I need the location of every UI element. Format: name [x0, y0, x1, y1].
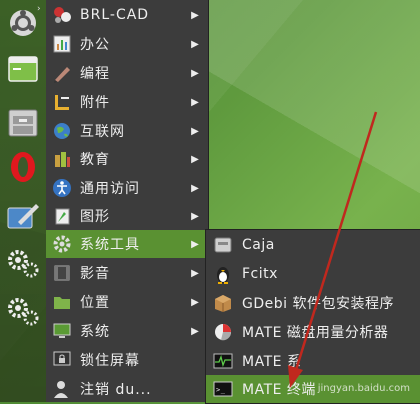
ubuntu-logo-icon [10, 10, 36, 36]
menu-item-label: BRL-CAD [80, 7, 150, 23]
submenu-item-label: Caja [242, 237, 275, 253]
menu-item-label: 图形 [80, 209, 110, 225]
launcher-text-editor[interactable] [4, 196, 42, 234]
submenu-item-gdebi[interactable]: GDebi 软件包安装程序 [206, 289, 420, 317]
chevron-right-icon: ▶ [191, 238, 199, 250]
package-box-icon [212, 292, 234, 314]
chevron-right-icon: ▶ [191, 182, 199, 194]
submenu-item-label: MATE 系 [242, 354, 302, 370]
programming-icon [51, 62, 73, 84]
menu-item-programming[interactable]: 编程 ▶ [46, 59, 208, 87]
applications-menu: BRL-CAD ▶ 办公 ▶ 编程 ▶ 附件 ▶ 互联网 ▶ 教育 ▶ 通用访问… [46, 0, 209, 402]
brlcad-icon [51, 4, 73, 26]
menu-item-graphics[interactable]: 图形 ▶ [46, 202, 208, 230]
lock-screen-icon [51, 349, 73, 371]
menu-item-system-tools[interactable]: 系统工具 ▶ [46, 230, 208, 258]
chevron-right-icon: ▶ [191, 267, 199, 279]
folder-icon [51, 291, 73, 313]
menu-item-lock-screen[interactable]: 锁住屏幕 [46, 346, 208, 374]
globe-icon [51, 120, 73, 142]
system-tools-gear-icon [51, 233, 73, 255]
chevron-right-icon: ▶ [191, 153, 199, 165]
launcher-system-settings[interactable] [4, 292, 42, 330]
menu-item-multimedia[interactable]: 影音 ▶ [46, 259, 208, 287]
menu-item-label: 办公 [80, 37, 110, 53]
submenu-item-caja[interactable]: Caja [206, 231, 420, 259]
chevron-right-icon: ▶ [191, 296, 199, 308]
menu-item-label: 互联网 [80, 124, 125, 140]
menu-item-label: 系统 [80, 324, 110, 340]
menu-item-label: 通用访问 [80, 181, 140, 197]
chevron-right-icon: ▶ [191, 96, 199, 108]
caja-icon [212, 234, 234, 256]
menu-item-label: 位置 [80, 295, 110, 311]
menu-item-label: 教育 [80, 152, 110, 168]
gears-icon [8, 298, 39, 326]
menu-item-accessibility[interactable]: 通用访问 ▶ [46, 174, 208, 202]
svg-text:>_: >_ [216, 386, 226, 394]
office-icon [51, 33, 73, 55]
submenu-item-fcitx[interactable]: Fcitx [206, 260, 420, 288]
launcher-file-manager[interactable] [4, 104, 42, 142]
menu-item-label: 注销 du... [80, 382, 152, 398]
opera-icon [11, 152, 35, 182]
submenu-item-label: Fcitx [242, 266, 278, 282]
menu-item-internet[interactable]: 互联网 ▶ [46, 117, 208, 145]
menu-item-label: 锁住屏幕 [80, 353, 140, 369]
submenu-item-label: GDebi 软件包安装程序 [242, 296, 394, 312]
menu-item-system[interactable]: 系统 ▶ [46, 317, 208, 345]
launcher-window-manager[interactable] [4, 50, 42, 88]
monitor-icon [51, 320, 73, 342]
menu-item-label: 附件 [80, 95, 110, 111]
editor-icon [7, 204, 39, 229]
chevron-right-icon: ▶ [191, 9, 199, 21]
gears-icon [8, 250, 39, 278]
submenu-item-label: MATE 终端 [242, 382, 316, 398]
menu-item-brlcad[interactable]: BRL-CAD ▶ [46, 1, 208, 29]
menu-item-label: 编程 [80, 66, 110, 82]
fcitx-penguin-icon [212, 263, 234, 285]
menu-item-label: 系统工具 [80, 237, 140, 253]
multimedia-icon [51, 262, 73, 284]
accessories-icon [51, 91, 73, 113]
watermark-text: jingyan.baidu.com [317, 383, 410, 394]
chevron-right-icon: ▶ [191, 125, 199, 137]
chevron-right-icon: ▶ [191, 325, 199, 337]
chevron-right-icon: ▶ [191, 67, 199, 79]
menu-item-places[interactable]: 位置 ▶ [46, 288, 208, 316]
chevron-right-icon: ▶ [191, 38, 199, 50]
launcher-panel: › [0, 0, 47, 402]
submenu-item-system-monitor[interactable]: MATE 系 [206, 347, 420, 375]
user-logout-icon [51, 378, 73, 400]
menu-item-education[interactable]: 教育 ▶ [46, 145, 208, 173]
education-icon [51, 148, 73, 170]
submenu-item-label: MATE 磁盘用量分析器 [242, 325, 389, 341]
launcher-settings[interactable] [4, 244, 42, 282]
submenu-item-disk-usage[interactable]: MATE 磁盘用量分析器 [206, 318, 420, 346]
system-monitor-icon [212, 350, 234, 372]
file-cabinet-icon [8, 109, 38, 137]
disk-usage-icon [212, 321, 234, 343]
terminal-icon: >_ [212, 378, 234, 400]
launcher-opera[interactable] [4, 148, 42, 186]
accessibility-icon [51, 177, 73, 199]
graphics-icon [51, 205, 73, 227]
menu-item-accessories[interactable]: 附件 ▶ [46, 88, 208, 116]
window-icon [8, 56, 38, 82]
launcher-arrow-icon: › [37, 4, 41, 14]
chevron-right-icon: ▶ [191, 210, 199, 222]
system-tools-submenu: Caja Fcitx GDebi 软件包安装程序 MATE 磁盘用量分析器 MA… [205, 229, 420, 404]
menu-item-office[interactable]: 办公 ▶ [46, 30, 208, 58]
menu-item-logout[interactable]: 注销 du... [46, 375, 208, 403]
menu-item-label: 影音 [80, 266, 110, 282]
